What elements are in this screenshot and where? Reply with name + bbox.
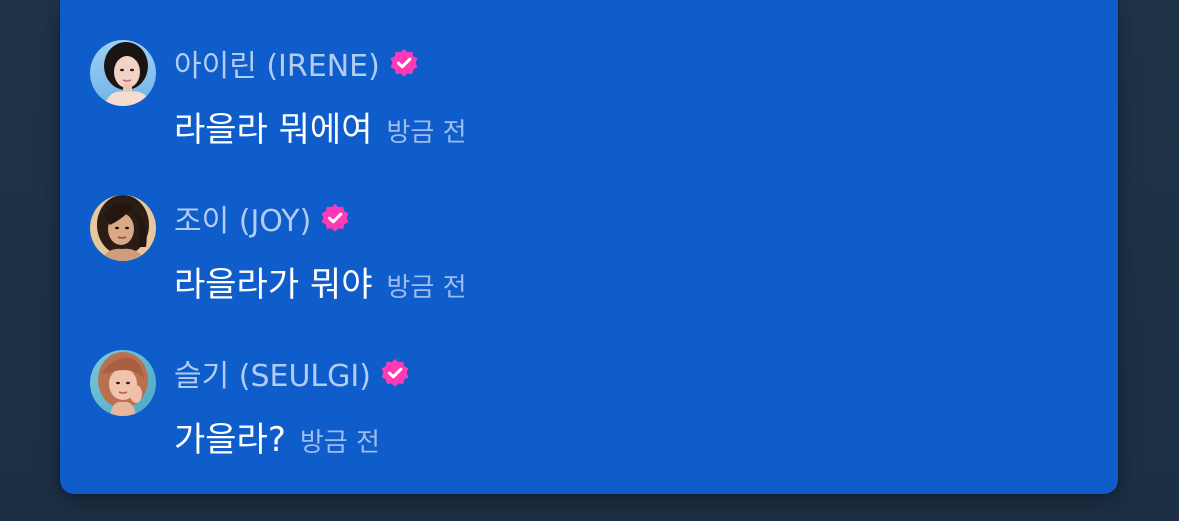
chat-message: 조이 (JOY) 라을라가 뭐야 방금 전 [90, 195, 1090, 315]
verified-badge-icon [381, 359, 409, 387]
avatar-photo-icon [90, 350, 156, 416]
chat-message: 슬기 (SEULGI) 가을라? 방금 전 [90, 350, 1090, 470]
avatar[interactable] [90, 40, 156, 106]
message-timestamp: 방금 전 [386, 273, 467, 303]
author-name[interactable]: 조이 (JOY) [174, 196, 311, 240]
avatar[interactable] [90, 195, 156, 261]
message-text: 라을라가 뭐야 [174, 265, 373, 305]
avatar[interactable] [90, 350, 156, 416]
message-timestamp: 방금 전 [299, 428, 380, 458]
chat-panel: 아이린 (IRENE) 라을라 뭐에여 방금 전 조이 (JOY) 라을라가 뭐… [60, 0, 1118, 494]
message-text: 라을라 뭐에여 [174, 110, 373, 150]
avatar-photo-icon [90, 40, 156, 106]
verified-badge-icon [390, 49, 418, 77]
message-text: 가을라? [174, 420, 286, 460]
message-timestamp: 방금 전 [386, 118, 467, 148]
verified-badge-icon [321, 204, 349, 232]
chat-message: 아이린 (IRENE) 라을라 뭐에여 방금 전 [90, 40, 1090, 160]
author-name[interactable]: 슬기 (SEULGI) [174, 351, 371, 395]
avatar-photo-icon [90, 195, 156, 261]
author-name[interactable]: 아이린 (IRENE) [174, 41, 380, 85]
